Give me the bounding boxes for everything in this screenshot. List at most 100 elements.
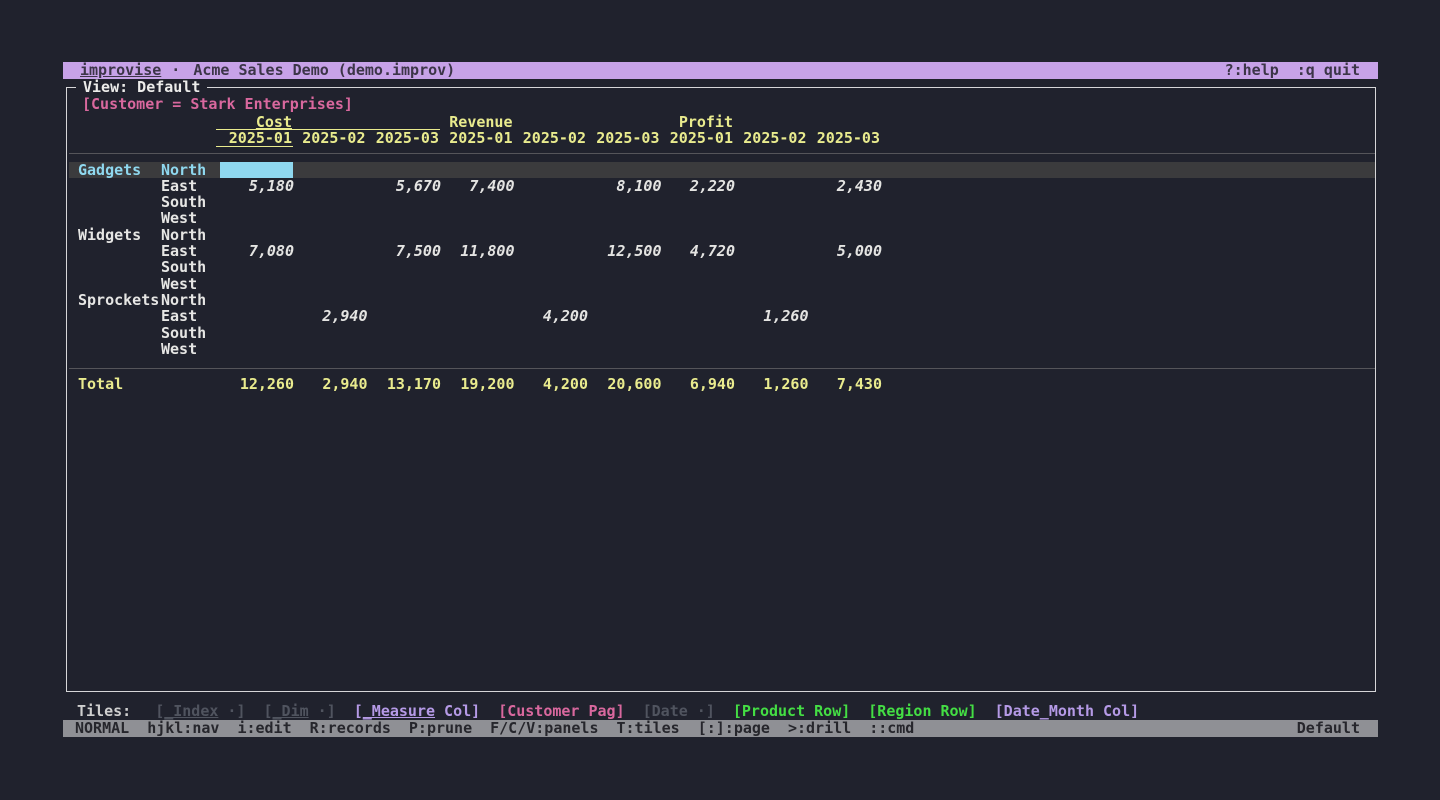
table-row[interactable]: SprocketsNorth	[69, 292, 1375, 308]
table-row[interactable]: East 2,940 4,200 1,260	[69, 308, 1375, 324]
value-cell[interactable]: 12,500	[588, 243, 662, 259]
status-hint: F/C/V:panels	[490, 720, 598, 736]
pivot-panel: [Customer = Stark Enterprises] Cost Reven…	[66, 87, 1376, 692]
table-row[interactable]: East 7,080 7,50011,800 12,5004,720 5,000	[69, 243, 1375, 259]
tile-text: _Index	[164, 702, 218, 720]
total-cell: 20,600	[588, 376, 662, 392]
region-label: South	[161, 325, 206, 341]
region-label: North	[161, 227, 206, 243]
value-cell[interactable]: 7,500	[367, 243, 441, 259]
status-hint: hjkl:nav	[147, 720, 219, 736]
total-cell: 19,200	[441, 376, 515, 392]
header-separator	[69, 153, 1375, 154]
status-bar: NORMAL hjkl:navi:editR:recordsP:pruneF/C…	[63, 720, 1378, 737]
tiles-row: Tiles: [_Index ·][_Dim ·][_Measure Col][…	[63, 703, 1378, 719]
total-separator	[69, 368, 1375, 369]
tile-measure-col[interactable]: [_Measure Col]	[354, 703, 480, 719]
table-row[interactable]: South	[69, 194, 1375, 210]
value-cell[interactable]: 11,800	[441, 243, 515, 259]
view-label: View: Default	[76, 79, 207, 95]
table-row[interactable]: GadgetsNorth	[69, 162, 1375, 178]
value-cell[interactable]: 7,400	[441, 178, 515, 194]
region-label: South	[161, 259, 206, 275]
status-view-name: Default	[1297, 720, 1360, 736]
tiles-label: Tiles:	[77, 703, 131, 719]
region-label: East	[161, 308, 197, 324]
tile-text: ·]	[309, 702, 336, 720]
region-label: West	[161, 210, 197, 226]
column-header-month[interactable]: 2025-02	[512, 130, 586, 146]
column-header-month[interactable]: 2025-02	[292, 130, 366, 146]
table-row[interactable]: South	[69, 259, 1375, 275]
value-cell[interactable]: 5,180	[220, 178, 294, 194]
value-cell[interactable]: 5,000	[808, 243, 882, 259]
column-group-profit[interactable]: Profit	[659, 114, 733, 130]
help-hint[interactable]: ?:help	[1225, 62, 1279, 78]
column-header-month[interactable]: 2025-03	[806, 130, 880, 146]
column-header-month[interactable]: 2025-02	[733, 130, 807, 146]
total-cell: 6,940	[661, 376, 735, 392]
region-label: West	[161, 341, 197, 357]
table-row[interactable]: West	[69, 210, 1375, 226]
value-cell[interactable]: 1,260	[735, 308, 809, 324]
document-title: Acme Sales Demo (demo.improv)	[193, 62, 455, 78]
total-cell: 12,260	[220, 376, 294, 392]
tile-dim[interactable]: [_Dim ·]	[264, 703, 336, 719]
tile-text: ·]	[218, 702, 245, 720]
tile-date[interactable]: [Date ·]	[643, 703, 715, 719]
region-label: East	[161, 243, 197, 259]
tile-text: [	[155, 702, 164, 720]
column-header-month[interactable]: 2025-03	[586, 130, 660, 146]
tile-product-row[interactable]: [Product Row]	[733, 703, 850, 719]
column-header-month[interactable]: 2025-03	[365, 130, 439, 146]
tile-text: [	[264, 702, 273, 720]
table-row[interactable]: Widgets North	[69, 227, 1375, 243]
column-header-month[interactable]: 2025-01	[218, 130, 292, 146]
table-row[interactable]: East 5,180 5,6707,400 8,1002,220 2,430	[69, 178, 1375, 194]
cell-cursor[interactable]	[220, 162, 293, 178]
column-group-revenue[interactable]: Revenue	[439, 114, 513, 130]
tile-text: [	[354, 702, 363, 720]
tile-text: _Dim	[273, 702, 309, 720]
column-header-month[interactable]: 2025-01	[439, 130, 513, 146]
mode-indicator: NORMAL	[75, 720, 129, 736]
product-label: Widgets	[78, 227, 141, 243]
tile-customer-pag[interactable]: [Customer Pag]	[498, 703, 624, 719]
region-label: West	[161, 276, 197, 292]
tile-region-row[interactable]: [Region Row]	[868, 703, 976, 719]
region-label: East	[161, 178, 197, 194]
tile-index[interactable]: [_Index ·]	[155, 703, 245, 719]
status-hint: ::cmd	[869, 720, 914, 736]
value-cell[interactable]: 5,670	[367, 178, 441, 194]
total-label: Total	[78, 376, 123, 392]
app-name: improvise	[80, 62, 161, 78]
column-header-month[interactable]: 2025-01	[659, 130, 733, 146]
total-cell: 13,170	[367, 376, 441, 392]
table-row[interactable]: West	[69, 276, 1375, 292]
total-cell: 4,200	[514, 376, 588, 392]
status-hint: i:edit	[237, 720, 291, 736]
region-label: North	[161, 292, 206, 308]
table-row[interactable]: West	[69, 341, 1375, 357]
tile-text: Col]	[435, 702, 480, 720]
column-group-cost[interactable]: Cost	[218, 114, 292, 130]
value-cell[interactable]: 2,430	[808, 178, 882, 194]
status-hint: T:tiles	[617, 720, 680, 736]
filter-badge[interactable]: [Customer = Stark Enterprises]	[82, 96, 353, 112]
total-cell: 2,940	[294, 376, 368, 392]
total-cell: 1,260	[735, 376, 809, 392]
month-header-row: 2025-012025-022025-032025-012025-022025-…	[67, 130, 1375, 146]
tile-date-month-col[interactable]: [Date_Month Col]	[995, 703, 1140, 719]
tile-text: _Measure	[363, 702, 435, 720]
status-hint: >:drill	[788, 720, 851, 736]
title-separator: ·	[171, 62, 180, 78]
quit-hint[interactable]: :q quit	[1297, 62, 1360, 78]
table-row[interactable]: South	[69, 325, 1375, 341]
value-cell[interactable]: 2,220	[661, 178, 735, 194]
value-cell[interactable]: 4,720	[661, 243, 735, 259]
value-cell[interactable]: 2,940	[294, 308, 368, 324]
value-cell[interactable]: 7,080	[220, 243, 294, 259]
value-cell[interactable]: 4,200	[514, 308, 588, 324]
value-cell[interactable]: 8,100	[588, 178, 662, 194]
status-hint: P:prune	[409, 720, 472, 736]
